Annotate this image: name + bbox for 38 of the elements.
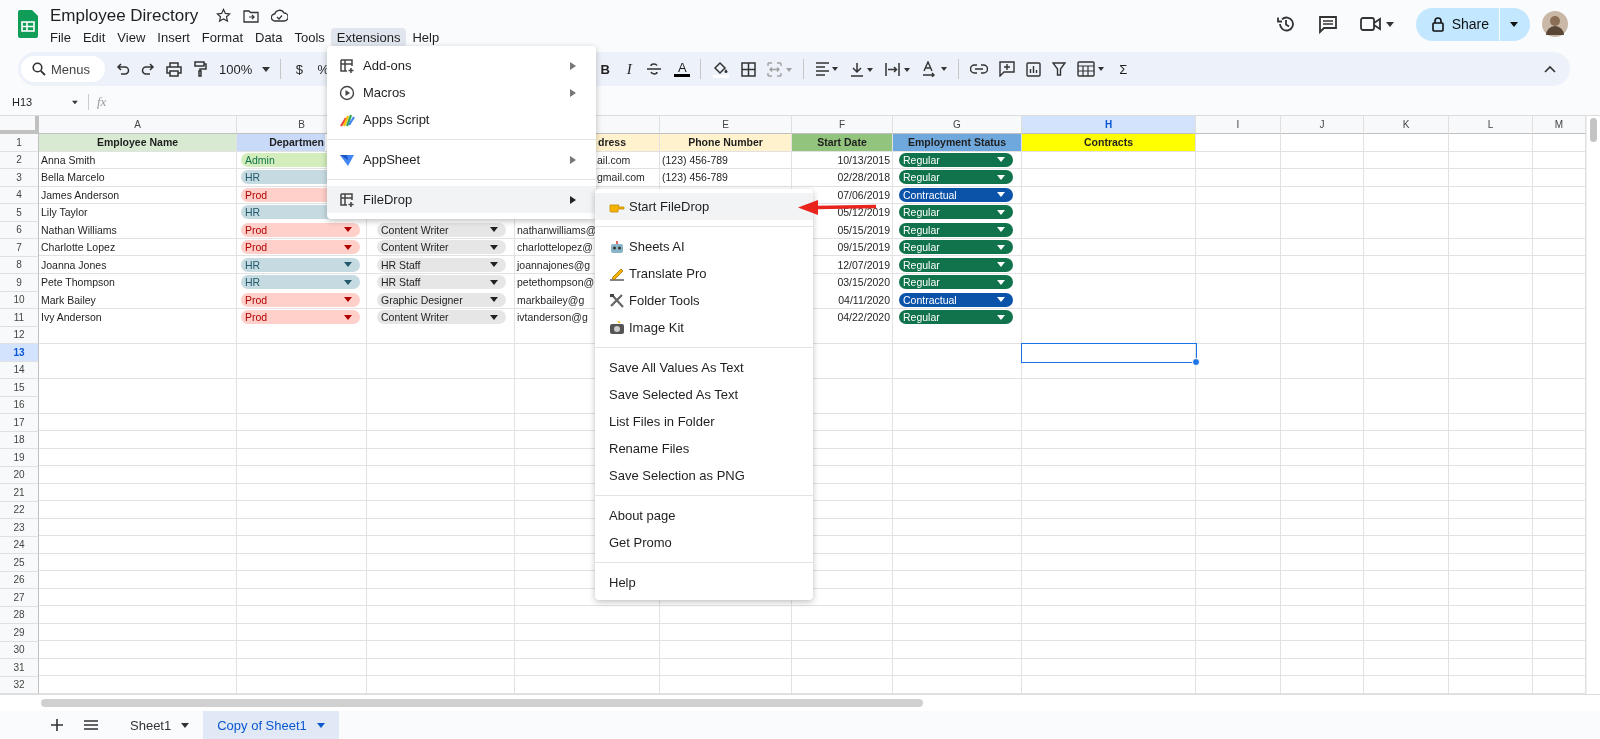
table-cell-text: 05/12/2019 <box>836 206 891 219</box>
table-cell-text: nathanwilliams@ <box>516 223 598 236</box>
table-cell-text: Joanna Jones <box>40 258 108 271</box>
column-title: dress <box>596 134 659 151</box>
table-cell-text: Anna Smith <box>40 153 97 166</box>
table-cell-text: (123) 456-789 <box>661 171 729 184</box>
column-title: Start Date <box>792 134 892 151</box>
column-title: Employment Status <box>893 134 1021 151</box>
table-cell-text: Charlotte Lopez <box>40 241 117 254</box>
table-cell-text: Lily Taylor <box>40 206 89 219</box>
column-title: Departmen <box>237 134 325 151</box>
column-title: Contracts <box>1022 134 1195 151</box>
formula-label: fx <box>97 94 107 110</box>
table-cell-text: 07/06/2019 <box>836 188 891 201</box>
table-cell-text: (123) 456-789 <box>661 153 729 166</box>
table-cell-text: charlottelopez@ <box>516 241 595 254</box>
column-title: Phone Number <box>660 134 791 151</box>
table-cell-text: petethompson@ <box>516 276 596 289</box>
table-cell-text: gmail.com <box>596 171 646 184</box>
table-cell-text: 02/28/2018 <box>836 171 891 184</box>
table-cell-text: 05/15/2019 <box>836 223 891 236</box>
table-cell-text: markbailey@g <box>516 293 586 306</box>
table-cell-text: 03/15/2020 <box>836 276 891 289</box>
table-cell-text: 04/11/2020 <box>837 293 891 306</box>
table-cell-text: ail.com <box>596 153 632 166</box>
table-cell-text: ivtanderson@g <box>516 311 589 324</box>
table-cell-text: Ivy Anderson <box>40 311 103 324</box>
table-cell-text: 04/22/2020 <box>836 311 891 324</box>
table-cell-text: 09/15/2019 <box>836 241 891 254</box>
table-cell-text: 10/13/2015 <box>836 153 891 166</box>
table-cell-text: joannajones@g <box>515 258 592 271</box>
column-title: Employee Name <box>39 134 236 151</box>
table-cell-text: Pete Thompson <box>40 276 116 289</box>
table-cell-text: Bella Marcelo <box>40 171 106 184</box>
table-cell-text: Mark Bailey <box>40 293 97 306</box>
table-cell-text: James Anderson <box>40 188 121 201</box>
table-cell-text: Nathan Williams <box>40 223 118 236</box>
table-cell-text: 12/07/2019 <box>836 258 891 271</box>
